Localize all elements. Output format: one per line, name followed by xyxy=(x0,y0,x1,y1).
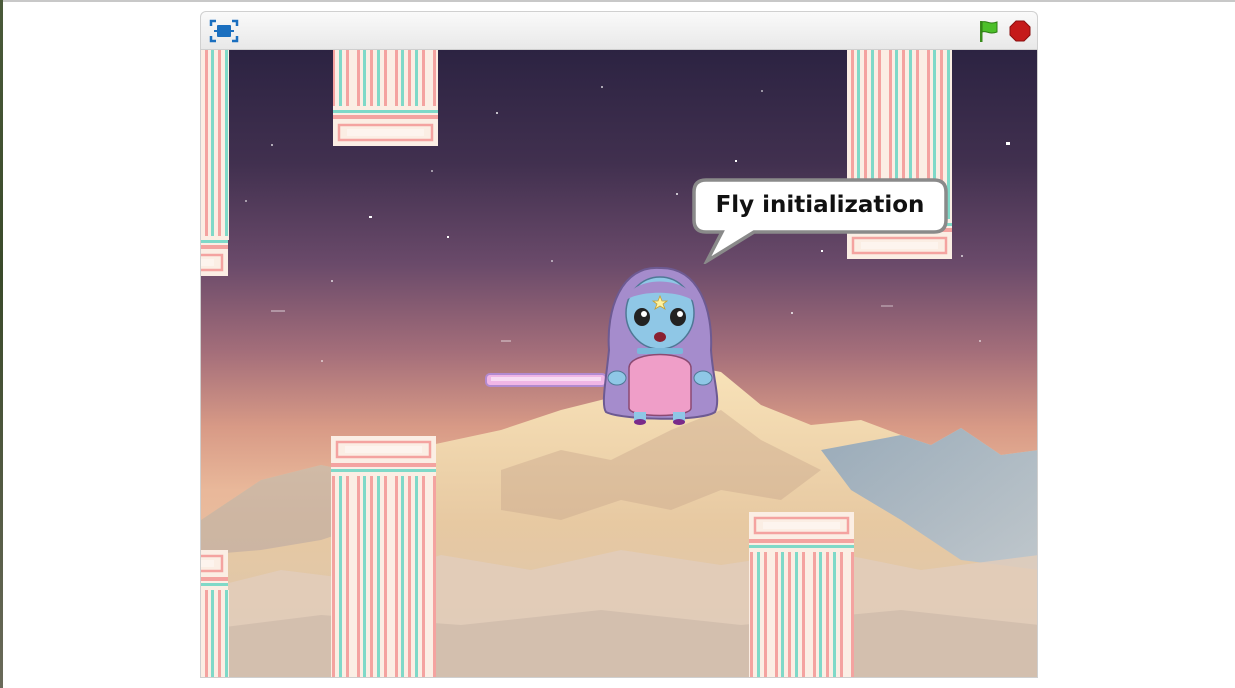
princess-sprite[interactable] xyxy=(602,266,719,425)
pillar-bottom-left-edge xyxy=(201,548,230,677)
stage-player: Fly initialization xyxy=(200,11,1038,678)
speech-text: Fly initialization xyxy=(715,192,925,218)
pillar-bottom-1 xyxy=(329,434,438,677)
player-controls-bar xyxy=(200,11,1038,50)
pillar-bottom-2 xyxy=(747,510,856,677)
stop-sign-icon[interactable] xyxy=(1009,20,1031,42)
window-left-edge xyxy=(0,0,3,688)
pillar-top-1 xyxy=(331,50,440,148)
game-stage[interactable]: Fly initialization xyxy=(200,49,1038,678)
pillar-top-left-edge xyxy=(201,50,230,278)
wand-sprite xyxy=(485,373,607,387)
window-top-border xyxy=(0,0,1235,2)
mountain-foreground-shade xyxy=(201,610,1037,677)
fullscreen-icon[interactable] xyxy=(209,18,239,44)
green-flag-icon[interactable] xyxy=(977,19,1001,43)
